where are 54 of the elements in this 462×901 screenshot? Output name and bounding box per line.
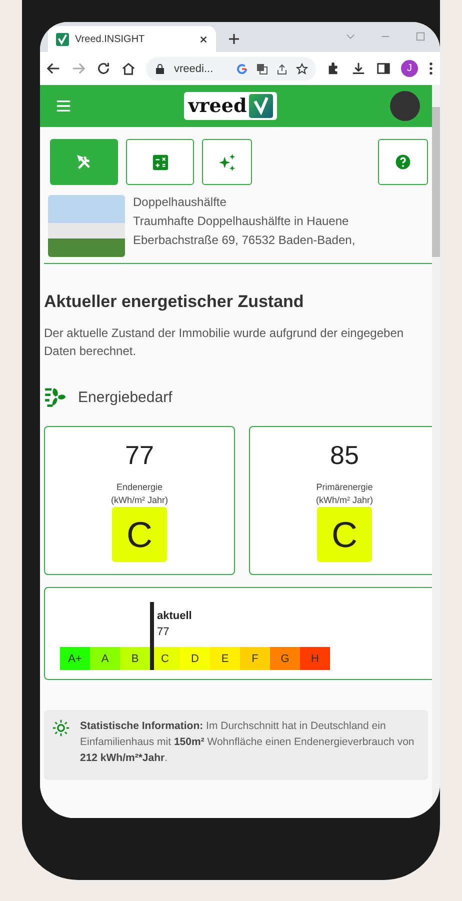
energy-unit: (kWh/m² Jahr)	[316, 494, 373, 507]
side-panel-icon[interactable]	[376, 61, 391, 76]
property-title: Traumhafte Doppelhaushälfte in Hauene	[133, 214, 350, 229]
back-icon[interactable]	[46, 61, 61, 76]
vreed-logo[interactable]: vreed	[184, 92, 277, 120]
energy-class-segment: E	[210, 647, 240, 670]
user-avatar[interactable]	[390, 91, 420, 121]
home-icon[interactable]	[121, 61, 136, 76]
section-heading: Aktueller energetischer Zustand	[44, 292, 305, 312]
tools-button[interactable]	[50, 139, 118, 185]
marker-value: 77	[157, 626, 170, 638]
energy-class-segment: G	[270, 647, 300, 670]
energy-class-badge: C	[317, 507, 372, 562]
energy-label: Primärenergie	[316, 481, 373, 494]
energy-heading: Energiebedarf	[78, 388, 172, 406]
property-type: Doppelhaushälfte	[133, 195, 228, 210]
calculator-icon	[150, 152, 170, 172]
help-icon	[395, 154, 411, 170]
download-icon[interactable]	[351, 61, 366, 76]
energy-value: 85	[330, 439, 359, 471]
energy-class-badge: C	[112, 507, 167, 562]
close-icon[interactable]	[199, 34, 208, 44]
star-icon[interactable]	[296, 62, 308, 74]
address-bar[interactable]: vreedi...	[146, 56, 316, 80]
profile-avatar[interactable]: J	[401, 60, 418, 77]
help-button[interactable]	[378, 139, 428, 185]
property-address: Eberbachstraße 69, 76532 Baden-Baden,	[133, 233, 356, 248]
section-description: Der aktuelle Zustand der Immobilie wurde aufgrund der eingegeben Daten berechnet.	[44, 325, 405, 360]
more-icon[interactable]	[428, 61, 434, 76]
browser-tab[interactable]: Vreed.INSIGHT	[48, 26, 216, 52]
energy-class-segment: A	[90, 647, 120, 670]
translate-icon[interactable]	[256, 62, 268, 74]
calculator-button[interactable]	[126, 139, 194, 185]
energy-value: 77	[125, 439, 154, 471]
sparkle-icon	[218, 152, 236, 172]
energy-class-segment: A+	[60, 647, 90, 670]
menu-icon[interactable]	[56, 100, 71, 112]
sparkle-button[interactable]	[202, 139, 252, 185]
reload-icon[interactable]	[96, 61, 111, 76]
energy-class-segment: B	[120, 647, 150, 670]
energy-unit: (kWh/m² Jahr)	[111, 494, 168, 507]
lock-icon	[154, 62, 166, 74]
share-icon[interactable]	[276, 62, 288, 74]
energy-class-segment: H	[300, 647, 330, 670]
energy-class-segment: F	[240, 647, 270, 670]
logo-icon	[248, 94, 273, 118]
sun-icon	[52, 719, 70, 737]
energy-class-segment: D	[180, 647, 210, 670]
energy-label: Endenergie	[116, 481, 163, 494]
google-icon[interactable]	[236, 62, 248, 74]
new-tab-icon[interactable]	[228, 33, 240, 45]
logo-icon	[56, 32, 69, 46]
statistics-text: Statistische Information: Im Durchschnitt hat in Deutschland ein Einfamilienhaus mit 150m² Wohnfläche einen Endenergieverbrauch von 212 kWh/m²*Jahr.	[80, 719, 416, 766]
marker-label: aktuell	[157, 610, 192, 622]
